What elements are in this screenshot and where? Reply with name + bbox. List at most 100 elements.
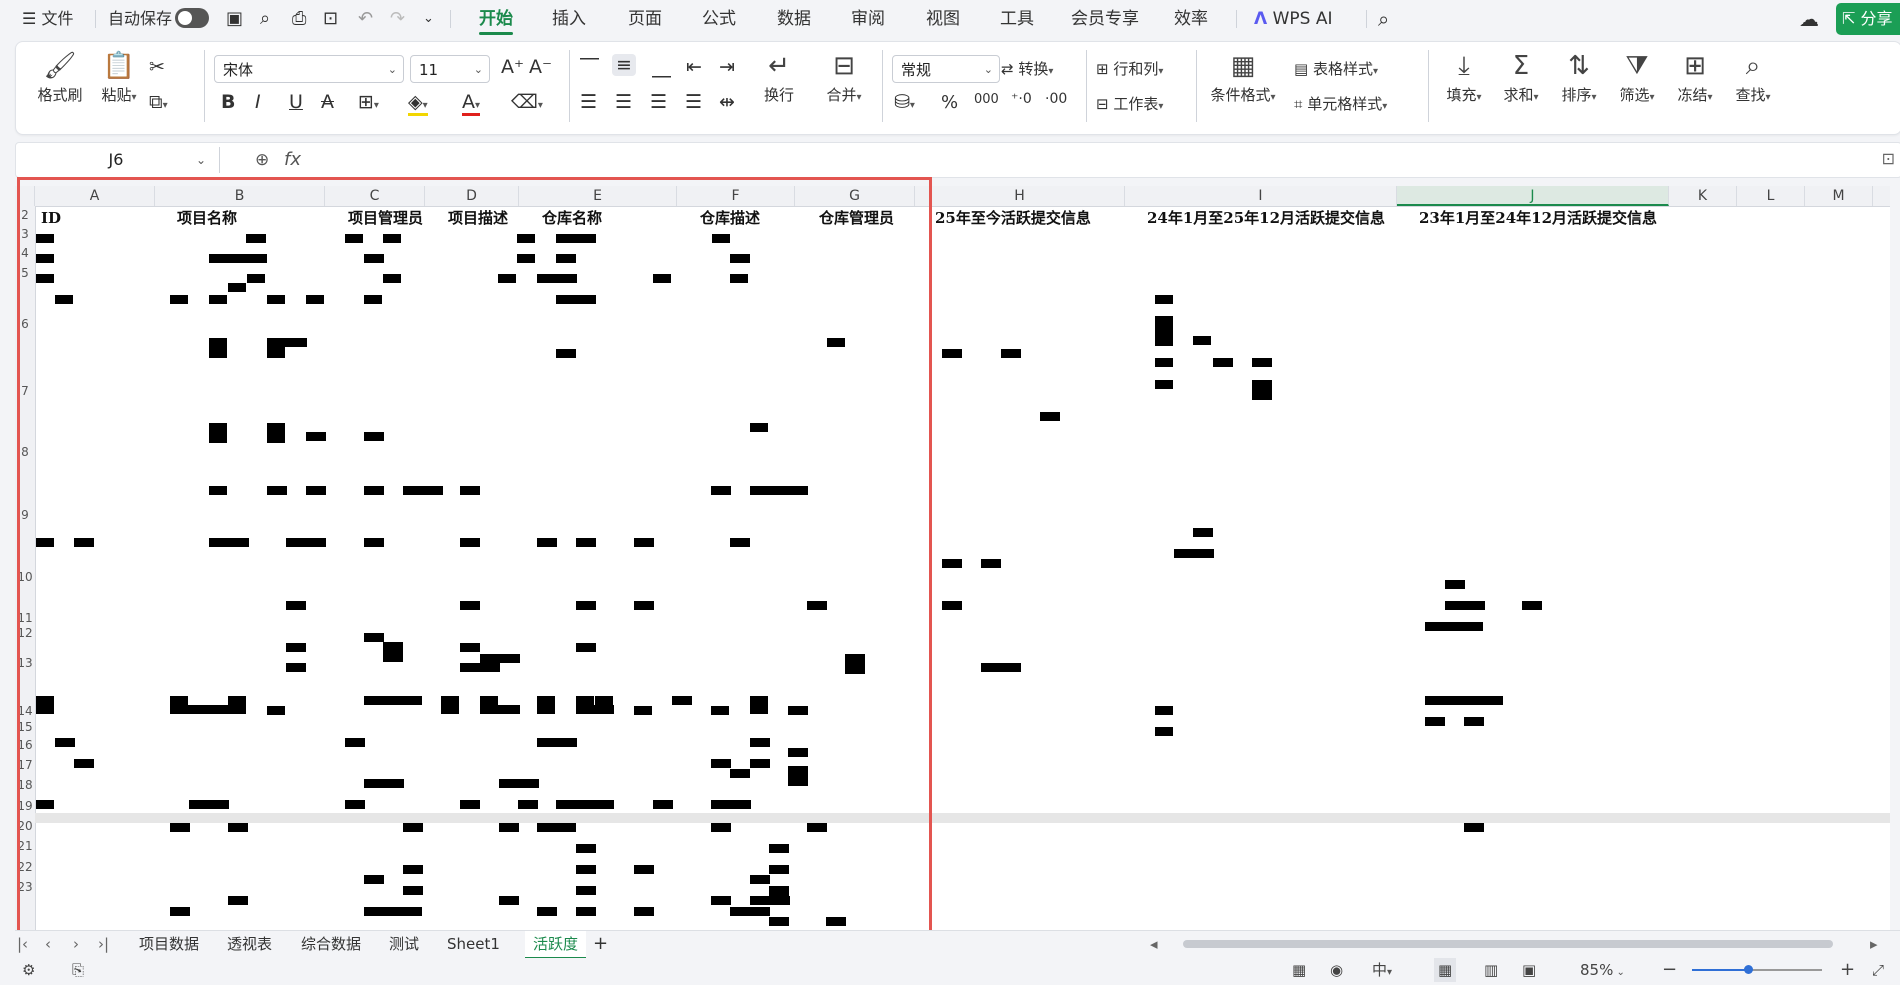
find-button[interactable]: ⌕ 查找▾ (1728, 48, 1778, 105)
zoom-in-icon[interactable]: + (1840, 958, 1855, 982)
align-middle-icon[interactable]: ≡ (612, 54, 636, 76)
print-icon[interactable]: ⎙ (292, 0, 306, 38)
row-header[interactable]: 7 (15, 384, 35, 398)
convert-button[interactable]: ⇄ 转换▾ (1001, 58, 1053, 79)
zoom-slider[interactable] (1692, 965, 1822, 974)
thousands-button[interactable]: 000 (974, 92, 999, 107)
zoom-level[interactable]: 85% ⌄ (1580, 958, 1625, 982)
wrap-text-button[interactable]: ↵ 换行 (756, 48, 802, 105)
spreadsheet-grid[interactable]: A B C D E F G H I J K L M 2 3 4 5 6 7 8 … (15, 186, 1890, 930)
align-right-icon[interactable]: ☰ (650, 91, 667, 113)
indent-increase-icon[interactable]: ⇥ (719, 56, 735, 78)
header-cell-activity-24-25[interactable]: 24年1月至25年12月活跃提交信息 (1147, 208, 1385, 228)
percent-button[interactable]: % (941, 92, 958, 113)
page-view-icon[interactable]: ▥ (1484, 958, 1498, 982)
horizontal-scrollbar[interactable] (1183, 940, 1833, 948)
copy-icon[interactable]: ⧉▾ (149, 91, 168, 113)
header-cell-activity-25[interactable]: 25年至今活跃提交信息 (935, 208, 1091, 228)
freeze-button[interactable]: ⊞ 冻结▾ (1670, 48, 1720, 105)
header-cell-id[interactable]: ID (41, 208, 61, 228)
column-header-k[interactable]: K (1669, 186, 1737, 206)
row-header[interactable]: 12 (15, 626, 35, 640)
tab-member[interactable]: 会员专享 (1071, 0, 1139, 38)
row-header[interactable]: 21 (15, 839, 35, 853)
column-header-h[interactable]: H (915, 186, 1125, 206)
header-cell-repo-admin[interactable]: 仓库管理员 (819, 208, 894, 228)
tab-efficiency[interactable]: 效率 (1174, 0, 1208, 38)
currency-icon[interactable]: ⛁▾ (894, 91, 915, 113)
sheet-tab-sheet1[interactable]: Sheet1 (447, 931, 500, 957)
column-header-l[interactable]: L (1737, 186, 1805, 206)
format-painter-button[interactable]: 🖌 格式刷 (35, 48, 85, 105)
row-header[interactable]: 23 (15, 880, 35, 894)
cut-icon[interactable]: ✂ (149, 56, 165, 78)
row-header[interactable]: 20 (15, 819, 35, 833)
row-header[interactable]: 13 (15, 656, 35, 670)
column-header-i[interactable]: I (1125, 186, 1397, 206)
header-cell-repo-desc[interactable]: 仓库描述 (700, 208, 760, 228)
eraser-icon[interactable]: ⌫▾ (511, 91, 543, 113)
table-style-button[interactable]: ▤ 表格样式▾ (1294, 58, 1378, 79)
row-header[interactable]: 22 (15, 860, 35, 874)
conditional-format-button[interactable]: ▦ 条件格式▾ (1206, 48, 1280, 105)
tab-review[interactable]: 审阅 (851, 0, 885, 38)
undo-icon[interactable]: ↶ (358, 0, 373, 38)
select-all-corner[interactable] (15, 186, 35, 206)
header-cell-project-admin[interactable]: 项目管理员 (348, 208, 423, 228)
font-name-select[interactable]: 宋体 ⌄ (214, 55, 404, 83)
sheet-tab-combined[interactable]: 综合数据 (301, 931, 361, 957)
expand-formula-icon[interactable]: ⊡ (1882, 149, 1895, 168)
strikethrough-icon[interactable]: A (321, 91, 334, 113)
sort-button[interactable]: ⇅ 排序▾ (1554, 48, 1604, 105)
column-header-d[interactable]: D (425, 186, 519, 206)
fullscreen-icon[interactable]: ⤢ (1872, 958, 1884, 982)
justify-icon[interactable]: ☰ (685, 91, 702, 113)
brush-icon[interactable]: ⌕ (260, 0, 270, 38)
row-header[interactable]: 6 (15, 317, 35, 331)
rows-cols-button[interactable]: ⊞ 行和列▾ (1096, 58, 1163, 79)
layout-icon[interactable]: ▦ (1292, 958, 1306, 982)
file-menu[interactable]: ☰ 文件 (22, 0, 73, 38)
decrease-decimal-icon[interactable]: ·00 (1045, 91, 1067, 107)
column-header-g[interactable]: G (795, 186, 915, 206)
filter-button[interactable]: ⧩ 筛选▾ (1612, 48, 1662, 105)
row-header[interactable]: 10 (15, 570, 35, 584)
prev-sheet-icon[interactable]: ‹ (45, 931, 51, 957)
zoom-formula-icon[interactable]: ⊕ (255, 143, 269, 177)
column-header-m[interactable]: M (1805, 186, 1873, 206)
row-header[interactable]: 18 (15, 778, 35, 792)
paste-button[interactable]: 📋 粘贴▾ (94, 48, 144, 105)
decrease-font-icon[interactable]: A⁻ (529, 56, 552, 78)
row-header[interactable]: 15 (15, 720, 35, 734)
row-header[interactable]: 4 (15, 246, 35, 260)
merge-button[interactable]: ⊟ 合并▾ (815, 48, 873, 105)
normal-view-icon[interactable]: ▦ (1434, 958, 1457, 982)
scroll-left-icon[interactable]: ◂ (1150, 931, 1158, 957)
last-sheet-icon[interactable]: ›| (98, 931, 109, 957)
search-icon[interactable]: ⌕ (1378, 0, 1389, 38)
next-sheet-icon[interactable]: › (73, 931, 79, 957)
tab-tools[interactable]: 工具 (1000, 0, 1034, 38)
header-cell-repo-name[interactable]: 仓库名称 (542, 208, 602, 228)
header-cell-activity-23-24[interactable]: 23年1月至24年12月活跃提交信息 (1419, 208, 1657, 228)
tab-home[interactable]: 开始 (479, 0, 513, 38)
header-cell-project-name[interactable]: 项目名称 (177, 208, 237, 228)
font-size-select[interactable]: 11 ⌄ (410, 55, 490, 83)
fill-button[interactable]: ⤓ 填充▾ (1439, 48, 1489, 105)
align-bottom-icon[interactable]: ⎽ (652, 56, 671, 78)
font-color-icon[interactable]: A▾ (462, 91, 481, 116)
add-sheet-button[interactable]: + (593, 931, 608, 957)
macro-icon[interactable]: ⚙ (22, 958, 35, 982)
save-icon[interactable]: ▣ (226, 0, 243, 38)
chevron-down-icon[interactable]: ⌄ (423, 0, 434, 38)
sum-button[interactable]: Σ 求和▾ (1496, 48, 1546, 105)
row-header[interactable]: 16 (15, 738, 35, 752)
fill-color-icon[interactable]: ◈▾ (408, 91, 428, 116)
number-format-select[interactable]: 常规 ⌄ (892, 55, 1000, 83)
row-header[interactable]: 11 (15, 611, 35, 625)
column-header-b[interactable]: B (155, 186, 325, 206)
redo-icon[interactable]: ↷ (390, 0, 405, 38)
column-header-a[interactable]: A (35, 186, 155, 206)
first-sheet-icon[interactable]: |‹ (17, 931, 28, 957)
share-button[interactable]: ⇱ 分享 (1836, 3, 1900, 35)
